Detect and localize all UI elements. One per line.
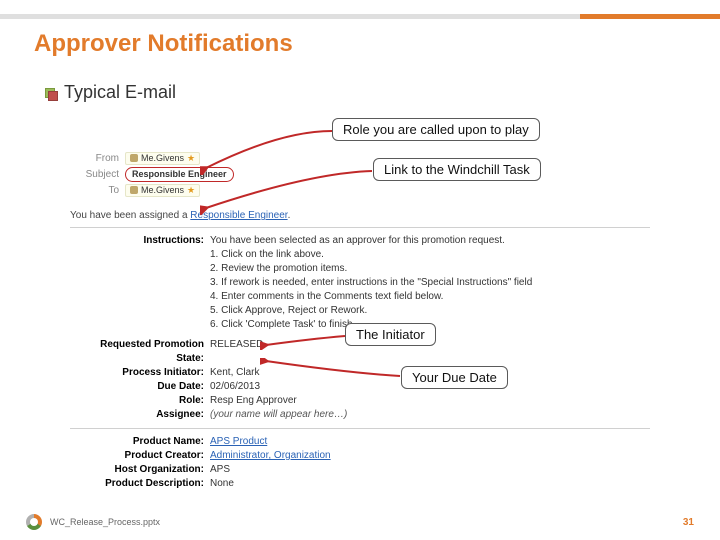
initiator-value: Kent, Clark	[210, 366, 259, 380]
due-value: 02/06/2013	[210, 380, 260, 394]
callout-due-date: Your Due Date	[401, 366, 508, 389]
arrow-link	[200, 165, 380, 215]
arrow-due	[260, 358, 405, 380]
product-name-link[interactable]: APS Product	[210, 436, 267, 447]
callout-initiator: The Initiator	[345, 323, 436, 346]
bullet-text: Typical E-mail	[64, 82, 176, 103]
instructions-text: You have been selected as an approver fo…	[210, 234, 532, 332]
role-row: Role: Resp Eng Approver	[70, 394, 650, 408]
due-label: Due Date:	[70, 380, 210, 394]
slide-title: Approver Notifications	[34, 30, 293, 58]
state-value: RELEASED	[210, 338, 263, 366]
instructions-label: Instructions:	[70, 234, 210, 332]
product-creator-link[interactable]: Administrator, Organization	[210, 450, 331, 461]
to-label: To	[70, 185, 125, 196]
arrow-initiator	[260, 332, 350, 350]
role-label: Role:	[70, 394, 210, 408]
assigned-prefix: You have been assigned a	[70, 210, 190, 221]
assignee-row: Assignee: (your name will appear here…)	[70, 408, 650, 422]
assignee-label: Assignee:	[70, 408, 210, 422]
product-name-row: Product Name: APS Product	[70, 435, 650, 449]
to-value: Me.Givens	[141, 185, 184, 195]
callout-role: Role you are called upon to play	[332, 118, 540, 141]
from-value: Me.Givens	[141, 153, 184, 163]
host-org-value: APS	[210, 463, 230, 477]
footer-filename: WC_Release_Process.pptx	[50, 517, 160, 527]
product-desc-row: Product Description: None	[70, 477, 650, 491]
product-name-label: Product Name:	[70, 435, 210, 449]
due-row: Due Date: 02/06/2013	[70, 380, 650, 394]
to-chip: Me.Givens★	[125, 184, 200, 197]
footer: WC_Release_Process.pptx 31	[0, 514, 720, 530]
subject-label: Subject	[70, 169, 125, 180]
divider-2	[70, 428, 650, 429]
top-accent-bar	[0, 14, 720, 19]
role-value: Resp Eng Approver	[210, 394, 297, 408]
bullet-icon	[44, 87, 56, 99]
assignee-note: (your name will appear here…)	[210, 408, 347, 422]
product-creator-label: Product Creator:	[70, 449, 210, 463]
initiator-label: Process Initiator:	[70, 366, 210, 380]
callout-link: Link to the Windchill Task	[373, 158, 541, 181]
product-creator-row: Product Creator: Administrator, Organiza…	[70, 449, 650, 463]
state-label: Requested Promotion State:	[70, 338, 210, 366]
product-desc-label: Product Description:	[70, 477, 210, 491]
from-label: From	[70, 153, 125, 164]
email-from-row: From Me.Givens★	[70, 150, 650, 166]
instructions-row: Instructions: You have been selected as …	[70, 234, 650, 332]
host-org-row: Host Organization: APS	[70, 463, 650, 477]
host-org-label: Host Organization:	[70, 463, 210, 477]
from-chip: Me.Givens★	[125, 152, 200, 165]
product-desc-value: None	[210, 477, 234, 491]
divider-1	[70, 227, 650, 228]
bullet-row: Typical E-mail	[44, 82, 176, 103]
logo-icon	[26, 514, 42, 530]
page-number: 31	[683, 517, 694, 528]
